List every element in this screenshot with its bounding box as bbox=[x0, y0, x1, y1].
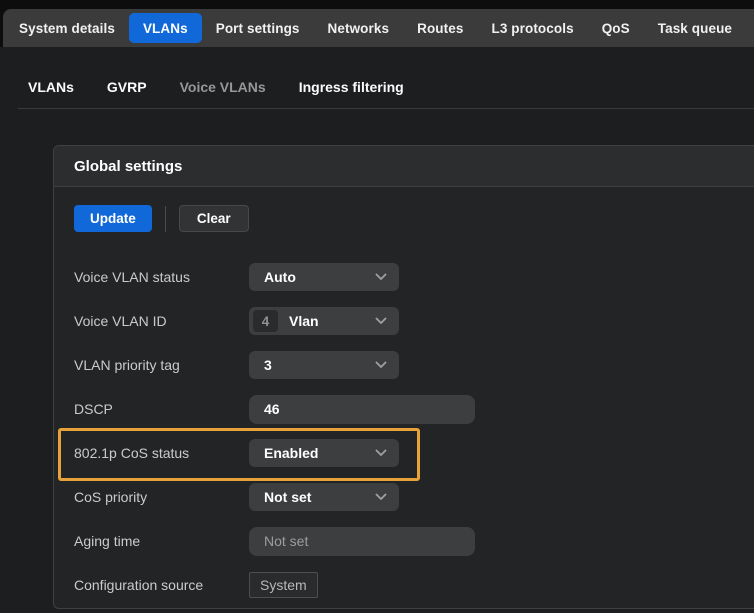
page-content: VLANs GVRP Voice VLANs Ingress filtering… bbox=[0, 47, 754, 613]
chevron-down-icon bbox=[375, 493, 387, 501]
cos-status-select[interactable]: Enabled bbox=[249, 439, 399, 467]
subtab-gvrp[interactable]: GVRP bbox=[107, 79, 147, 95]
global-settings-panel: Global settings Update Clear Voice VLAN … bbox=[53, 145, 754, 609]
row-voice-vlan-id: Voice VLAN ID 4 Vlan bbox=[74, 307, 744, 335]
tab-vlans[interactable]: VLANs bbox=[129, 13, 202, 43]
aging-time-label: Aging time bbox=[74, 533, 249, 549]
cos-priority-select[interactable]: Not set bbox=[249, 483, 399, 511]
chevron-down-icon bbox=[375, 449, 387, 457]
chevron-down-icon bbox=[375, 317, 387, 325]
row-configuration-source: Configuration source System bbox=[74, 571, 744, 599]
tab-l3-protocols[interactable]: L3 protocols bbox=[477, 13, 587, 43]
vlan-priority-tag-label: VLAN priority tag bbox=[74, 357, 249, 373]
subtab-voice-vlans[interactable]: Voice VLANs bbox=[180, 79, 266, 95]
panel-header: Global settings bbox=[54, 146, 754, 187]
aging-time-input[interactable]: Not set bbox=[249, 527, 475, 556]
button-divider bbox=[165, 206, 166, 232]
dscp-label: DSCP bbox=[74, 401, 249, 417]
panel-body: Update Clear Voice VLAN status Auto Voic… bbox=[54, 187, 754, 608]
tab-port-settings[interactable]: Port settings bbox=[202, 13, 314, 43]
subtab-ingress-filtering[interactable]: Ingress filtering bbox=[299, 79, 404, 95]
vlan-priority-tag-select[interactable]: 3 bbox=[249, 351, 399, 379]
voice-vlan-id-value: Vlan bbox=[289, 313, 319, 329]
tab-networks[interactable]: Networks bbox=[314, 13, 404, 43]
cos-priority-label: CoS priority bbox=[74, 489, 249, 505]
row-8021p-cos-status: 802.1p CoS status Enabled bbox=[74, 439, 744, 467]
clear-button[interactable]: Clear bbox=[179, 205, 249, 232]
cos-priority-value: Not set bbox=[264, 489, 311, 505]
voice-vlan-id-select[interactable]: 4 Vlan bbox=[249, 307, 399, 335]
tab-routes[interactable]: Routes bbox=[403, 13, 477, 43]
update-button[interactable]: Update bbox=[74, 205, 152, 232]
row-aging-time: Aging time Not set bbox=[74, 527, 744, 555]
subnav-divider bbox=[18, 108, 754, 109]
voice-vlan-id-label: Voice VLAN ID bbox=[74, 313, 249, 329]
row-voice-vlan-status: Voice VLAN status Auto bbox=[74, 263, 744, 291]
subtab-vlans[interactable]: VLANs bbox=[28, 79, 74, 95]
vlan-id-badge: 4 bbox=[253, 310, 278, 332]
sub-navigation: VLANs GVRP Voice VLANs Ingress filtering bbox=[0, 47, 754, 95]
chevron-down-icon bbox=[375, 361, 387, 369]
tab-task-queue[interactable]: Task queue bbox=[644, 13, 746, 43]
voice-vlan-status-label: Voice VLAN status bbox=[74, 269, 249, 285]
button-row: Update Clear bbox=[74, 205, 744, 232]
top-navigation-bar: System details VLANs Port settings Netwo… bbox=[3, 9, 754, 47]
dscp-input[interactable]: 46 bbox=[249, 395, 475, 424]
configuration-source-label: Configuration source bbox=[74, 577, 249, 593]
tab-system-details[interactable]: System details bbox=[5, 13, 129, 43]
voice-vlan-status-value: Auto bbox=[264, 269, 296, 285]
row-dscp: DSCP 46 bbox=[74, 395, 744, 423]
row-vlan-priority-tag: VLAN priority tag 3 bbox=[74, 351, 744, 379]
configuration-source-value: System bbox=[249, 572, 318, 598]
voice-vlan-status-select[interactable]: Auto bbox=[249, 263, 399, 291]
tab-qos[interactable]: QoS bbox=[588, 13, 644, 43]
row-cos-priority: CoS priority Not set bbox=[74, 483, 744, 511]
cos-status-value: Enabled bbox=[264, 445, 318, 461]
panel-title: Global settings bbox=[74, 158, 182, 175]
chevron-down-icon bbox=[375, 273, 387, 281]
cos-status-label: 802.1p CoS status bbox=[74, 445, 249, 461]
vlan-priority-tag-value: 3 bbox=[264, 357, 272, 373]
